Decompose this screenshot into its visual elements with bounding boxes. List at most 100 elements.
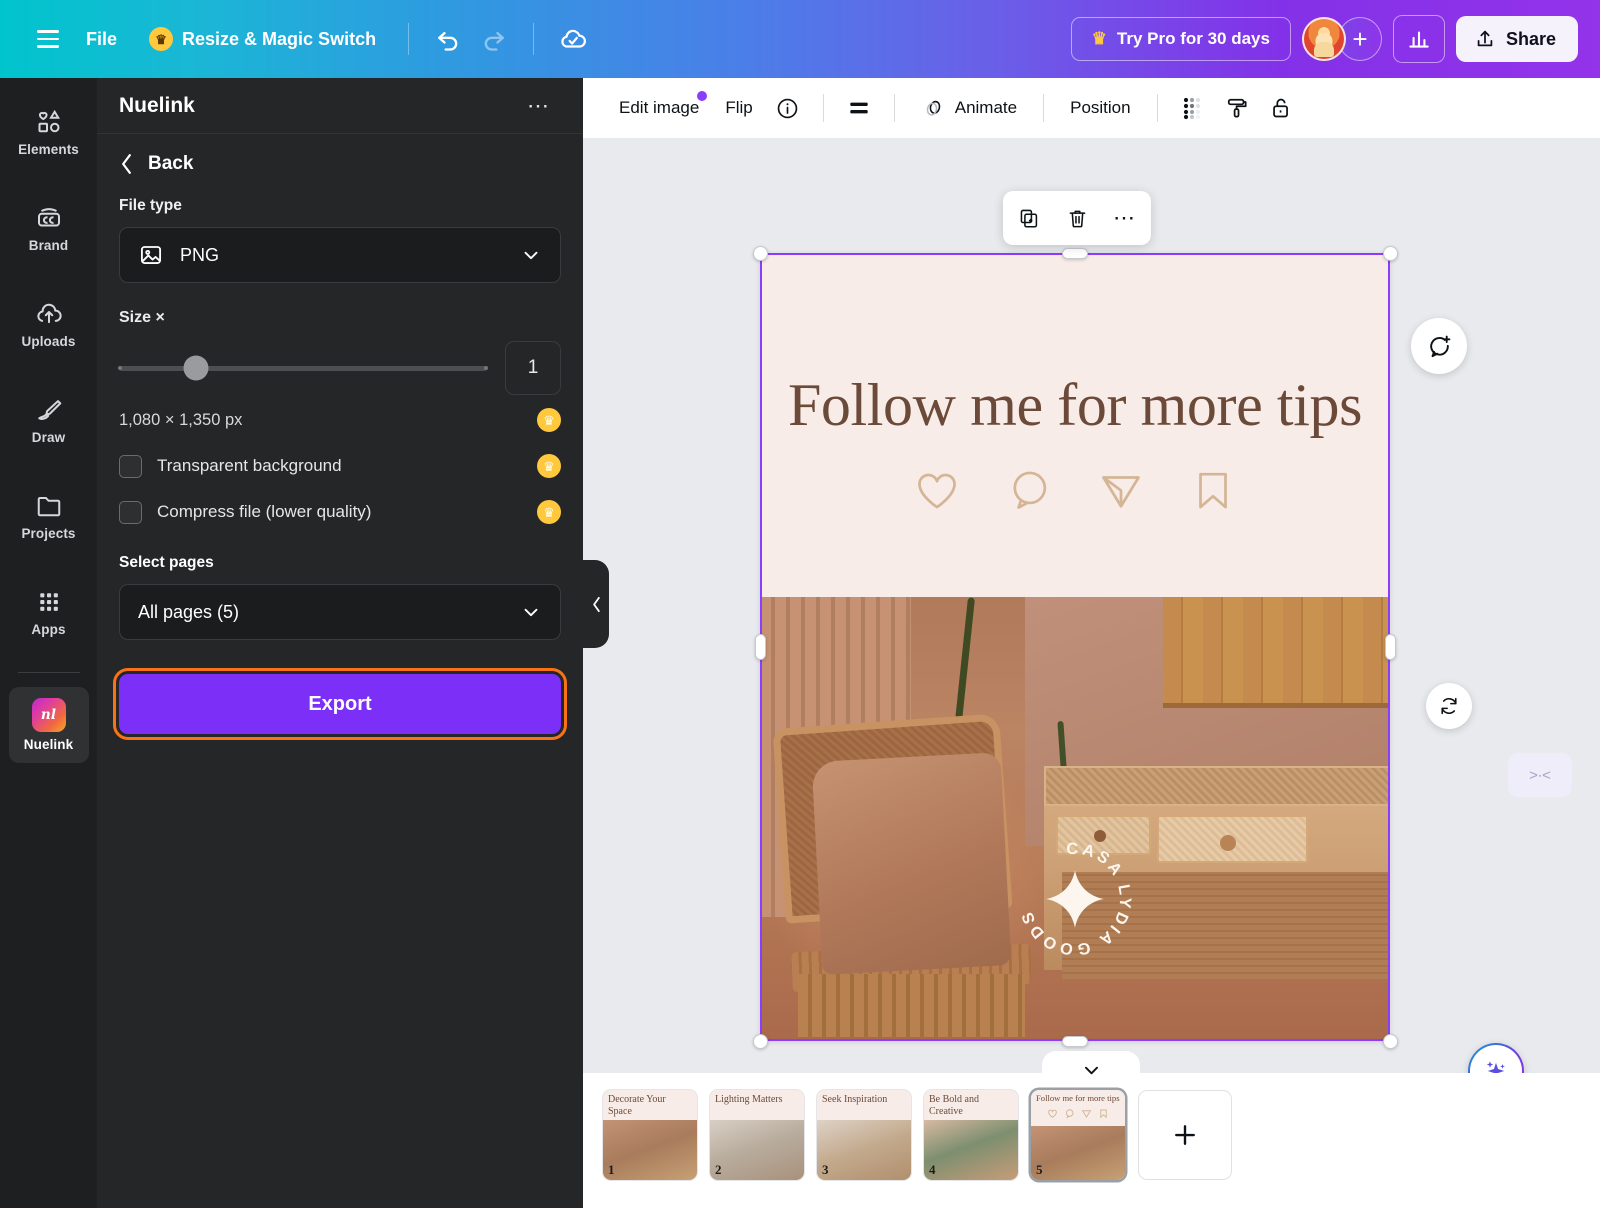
resize-handle-top[interactable] bbox=[1062, 248, 1088, 259]
redo-icon[interactable] bbox=[471, 16, 517, 62]
resize-handle-br[interactable] bbox=[1383, 1034, 1398, 1049]
logo-star-icon bbox=[1046, 870, 1104, 928]
rotate-icon[interactable] bbox=[1426, 683, 1472, 729]
sidebar-item-elements[interactable]: Elements bbox=[9, 94, 89, 170]
trash-icon[interactable] bbox=[1057, 198, 1097, 238]
chevron-down-icon bbox=[1084, 1066, 1098, 1075]
avatar[interactable] bbox=[1301, 17, 1346, 61]
top-bar: File ♛ Resize & Magic Switch ♛ Try Pro f… bbox=[0, 0, 1600, 78]
thumbnail-number: 2 bbox=[715, 1162, 722, 1177]
projects-folder-icon bbox=[37, 497, 60, 517]
thumbnail-page-2[interactable]: Lighting Matters 2 bbox=[710, 1090, 804, 1180]
plus-icon bbox=[1175, 1125, 1195, 1145]
photo-knob-2 bbox=[1219, 834, 1236, 851]
sidebar-item-draw[interactable]: Draw bbox=[9, 382, 89, 458]
thumbnail-image bbox=[710, 1120, 804, 1180]
toolbar-divider-2 bbox=[893, 94, 895, 122]
size-slider-knob[interactable] bbox=[183, 355, 209, 381]
size-value-input[interactable]: 1 bbox=[505, 341, 561, 395]
try-pro-label: Try Pro for 30 days bbox=[1116, 29, 1270, 48]
sidebar-item-uploads[interactable]: Uploads bbox=[9, 286, 89, 362]
logo-badge: CASA LYDIA GOODS bbox=[1017, 840, 1131, 959]
thumbnail-title: Lighting Matters bbox=[710, 1090, 804, 1120]
sidebar-item-label: Projects bbox=[21, 526, 76, 541]
expand-strip-button[interactable] bbox=[1042, 1051, 1140, 1081]
panel-collapse-button[interactable] bbox=[583, 560, 609, 648]
toolbar-divider bbox=[822, 94, 824, 122]
file-type-value: PNG bbox=[180, 244, 220, 265]
nuelink-mark: nl bbox=[40, 707, 57, 723]
try-pro-button[interactable]: ♛ Try Pro for 30 days bbox=[1070, 17, 1291, 61]
bookmark-icon bbox=[1100, 1109, 1107, 1119]
duplicate-icon[interactable] bbox=[1009, 198, 1049, 238]
export-button[interactable]: Export bbox=[113, 668, 567, 740]
chevron-down-icon bbox=[524, 251, 538, 260]
design-page[interactable]: Follow me for more tips CASA LYDIA GOODS bbox=[760, 253, 1390, 1041]
select-pages-value: All pages (5) bbox=[138, 601, 240, 622]
bookmark-icon bbox=[1199, 472, 1227, 509]
back-button[interactable]: Back bbox=[97, 134, 583, 181]
resize-handle-tl[interactable] bbox=[753, 246, 768, 261]
file-type-select[interactable]: PNG bbox=[119, 227, 561, 283]
share-upload-icon bbox=[1477, 30, 1493, 47]
transparent-background-label: Transparent background bbox=[157, 456, 342, 475]
resize-handle-bl[interactable] bbox=[753, 1034, 768, 1049]
thumbnail-page-1[interactable]: Decorate Your Space 1 bbox=[603, 1090, 697, 1180]
paint-roller-icon[interactable] bbox=[1216, 87, 1258, 129]
info-icon[interactable] bbox=[767, 87, 809, 129]
more-options-icon[interactable]: ⋯ bbox=[1105, 198, 1145, 238]
unlock-icon[interactable] bbox=[1260, 87, 1302, 129]
edit-image-button[interactable]: Edit image bbox=[607, 90, 711, 126]
transparency-dots-icon[interactable] bbox=[1172, 87, 1214, 129]
crown-icon: ♛ bbox=[149, 27, 174, 51]
page-headline[interactable]: Follow me for more tips bbox=[760, 371, 1390, 440]
comment-icon bbox=[1013, 471, 1047, 509]
size-value: 1 bbox=[527, 357, 539, 378]
thumbnail-image bbox=[1031, 1126, 1125, 1180]
add-comment-icon[interactable] bbox=[1411, 318, 1467, 374]
resize-handle-left[interactable] bbox=[755, 634, 766, 660]
sidebar-item-projects[interactable]: Projects bbox=[9, 478, 89, 554]
position-button[interactable]: Position bbox=[1058, 90, 1142, 126]
sidebar-item-label: Draw bbox=[31, 430, 66, 445]
animate-button[interactable]: Animate bbox=[909, 88, 1029, 129]
cloud-saved-icon[interactable] bbox=[550, 16, 596, 62]
undo-icon[interactable] bbox=[425, 16, 471, 62]
magic-sparkle-icon[interactable] bbox=[1468, 1043, 1524, 1073]
select-pages-dropdown[interactable]: All pages (5) bbox=[119, 584, 561, 640]
page-photo[interactable]: CASA LYDIA GOODS bbox=[760, 597, 1390, 1041]
thumbnail-page-3[interactable]: Seek Inspiration 3 bbox=[817, 1090, 911, 1180]
resize-magic-switch-button[interactable]: ♛ Resize & Magic Switch bbox=[133, 18, 392, 60]
thumbnail-page-4[interactable]: Be Bold and Creative 4 bbox=[924, 1090, 1018, 1180]
flip-label: Flip bbox=[725, 98, 753, 117]
hamburger-icon[interactable] bbox=[26, 17, 70, 61]
compress-file-checkbox[interactable] bbox=[119, 500, 142, 524]
canvas-area[interactable]: Follow me for more tips CASA LYDIA GOODS… bbox=[583, 138, 1600, 1073]
resize-handle-bottom[interactable] bbox=[1062, 1036, 1088, 1047]
sidebar-item-label: Apps bbox=[31, 622, 66, 637]
sidebar-item-brand[interactable]: Brand bbox=[9, 190, 89, 266]
size-slider[interactable] bbox=[118, 355, 488, 381]
flip-button[interactable]: Flip bbox=[713, 90, 764, 126]
text-lines-icon[interactable] bbox=[838, 87, 880, 129]
sidebar-item-nuelink[interactable]: nl Nuelink bbox=[8, 687, 89, 763]
compress-file-row[interactable]: Compress file (lower quality) ♛ bbox=[119, 500, 561, 524]
thumbnail-page-5[interactable]: Follow me for more tips 5 bbox=[1031, 1090, 1125, 1180]
more-options-icon[interactable]: ⋯ bbox=[521, 94, 557, 117]
transparent-background-checkbox[interactable] bbox=[119, 454, 142, 478]
add-page-button[interactable] bbox=[1138, 1090, 1232, 1180]
sidebar-item-apps[interactable]: Apps bbox=[9, 574, 89, 650]
compress-file-label: Compress file (lower quality) bbox=[157, 502, 372, 521]
share-button[interactable]: Share bbox=[1455, 16, 1578, 62]
thumbnail-image bbox=[817, 1120, 911, 1180]
resize-handle-tr[interactable] bbox=[1383, 246, 1398, 261]
left-rail: Elements Brand Uploads Draw Projects App… bbox=[0, 78, 97, 1208]
resize-handle-right[interactable] bbox=[1385, 634, 1396, 660]
collapse-icon[interactable]: >∙< bbox=[1508, 753, 1572, 797]
apps-grid-icon bbox=[39, 593, 58, 611]
file-menu-label: File bbox=[86, 28, 118, 49]
insights-chart-icon[interactable] bbox=[1392, 15, 1445, 63]
panel-title: Nuelink bbox=[119, 93, 195, 117]
transparent-background-row[interactable]: Transparent background ♛ bbox=[119, 454, 561, 478]
file-menu-button[interactable]: File bbox=[70, 20, 133, 59]
